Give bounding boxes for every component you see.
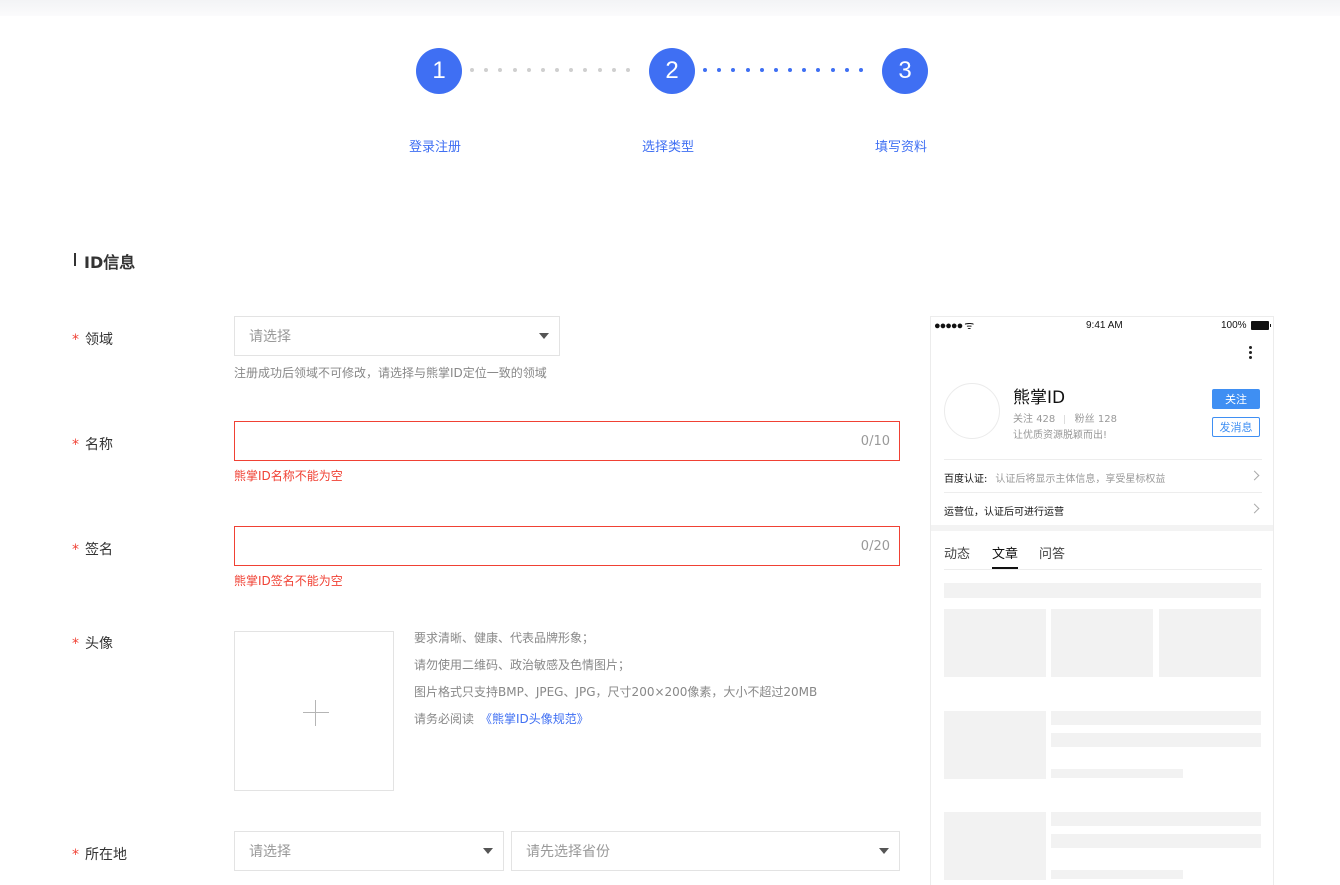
domain-select-placeholder: 请选择 xyxy=(249,329,291,345)
battery-icon xyxy=(1251,321,1271,330)
plus-icon xyxy=(303,712,329,713)
preview-bio: 让优质资源脱颖而出! xyxy=(1013,430,1108,441)
status-battery-text: 100% xyxy=(1221,320,1247,331)
signature-label-text: 签名 xyxy=(85,542,113,558)
skeleton-image xyxy=(1051,609,1153,677)
step-connector-1 xyxy=(470,68,630,73)
step-1-number: 1 xyxy=(432,57,446,84)
name-error: 熊掌ID名称不能为空 xyxy=(234,469,343,483)
more-icon xyxy=(1249,346,1252,361)
follow-count: 428 xyxy=(1036,414,1056,425)
skeleton-line xyxy=(1051,733,1261,747)
caret-down-icon xyxy=(483,848,493,854)
signal-icon: ●●●●● ᯤ xyxy=(934,320,974,332)
divider xyxy=(944,492,1262,493)
step-1-circle: 1 xyxy=(416,48,462,94)
name-label-text: 名称 xyxy=(85,437,113,453)
mobile-preview: ●●●●● ᯤ 9:41 AM 100% 熊掌ID 关注 428 粉丝 128 … xyxy=(930,316,1274,885)
city-select-placeholder: 请先选择省份 xyxy=(526,844,610,860)
avatar-requirement-2: 请勿使用二维码、政治敏感及色情图片； xyxy=(414,658,631,672)
skeleton-line xyxy=(1051,870,1183,879)
required-mark: * xyxy=(72,847,79,863)
skeleton-image xyxy=(944,812,1046,880)
skeleton-line xyxy=(1051,711,1261,725)
top-bar xyxy=(0,0,1340,16)
signature-label: * 签名 xyxy=(72,539,113,559)
skeleton-image xyxy=(944,609,1046,677)
preview-message-button: 发消息 xyxy=(1212,417,1260,437)
step-1-label: 登录注册 xyxy=(409,140,462,155)
preview-tab-qa: 问答 xyxy=(1039,547,1066,562)
avatar-spec-link[interactable]: 《熊掌ID头像规范》 xyxy=(480,712,589,726)
location-label-text: 所在地 xyxy=(85,847,127,863)
preview-avatar xyxy=(944,383,1000,439)
chevron-right-icon xyxy=(1249,470,1260,481)
province-select-placeholder: 请选择 xyxy=(249,844,291,860)
domain-label-text: 领域 xyxy=(85,332,113,348)
domain-hint: 注册成功后领域不可修改，请选择与熊掌ID定位一致的领域 xyxy=(234,366,547,380)
skeleton-line xyxy=(1051,834,1261,848)
avatar-label-text: 头像 xyxy=(85,636,113,652)
step-3-circle: 3 xyxy=(882,48,928,94)
province-select[interactable]: 请选择 xyxy=(234,831,504,871)
avatar-requirement-1: 要求清晰、健康、代表品牌形象； xyxy=(414,631,595,645)
avatar-must-read: 请务必阅读 《熊掌ID头像规范》 xyxy=(414,710,589,727)
name-input[interactable]: 0/10 xyxy=(234,421,900,461)
section-gap xyxy=(931,525,1273,531)
plus-icon-vertical xyxy=(315,700,316,726)
operation-slot-row: 运营位，认证后可进行运营 xyxy=(944,507,1064,518)
baidu-cert-label: 百度认证: xyxy=(944,474,988,485)
status-time: 9:41 AM xyxy=(1086,320,1123,331)
step-3-label: 填写资料 xyxy=(875,140,928,155)
preview-name: 熊掌ID xyxy=(1013,388,1066,408)
skeleton-line xyxy=(1051,812,1261,826)
fans-count: 128 xyxy=(1097,414,1117,425)
required-mark: * xyxy=(72,437,79,453)
signature-input[interactable]: 0/20 xyxy=(234,526,900,566)
preview-stats: 关注 428 粉丝 128 xyxy=(1013,410,1117,425)
signature-error: 熊掌ID签名不能为空 xyxy=(234,574,343,588)
caret-down-icon xyxy=(879,848,889,854)
name-label: * 名称 xyxy=(72,434,113,454)
domain-select[interactable]: 请选择 xyxy=(234,316,560,356)
required-mark: * xyxy=(72,332,79,348)
skeleton-image xyxy=(1159,609,1261,677)
required-mark: * xyxy=(72,636,79,652)
required-mark: * xyxy=(72,542,79,558)
skeleton-line xyxy=(1051,769,1183,778)
baidu-cert-row: 百度认证: 认证后将显示主体信息，享受星标权益 xyxy=(944,470,1165,485)
preview-tab-dynamic: 动态 xyxy=(944,547,971,562)
step-2-label: 选择类型 xyxy=(642,140,695,155)
preview-tab-articles: 文章 xyxy=(992,547,1019,562)
divider xyxy=(944,569,1262,570)
preview-follow-button: 关注 xyxy=(1212,389,1260,409)
skeleton-line xyxy=(944,583,1261,598)
baidu-cert-desc: 认证后将显示主体信息，享受星标权益 xyxy=(995,474,1166,485)
domain-label: * 领域 xyxy=(72,329,113,349)
name-char-counter: 0/10 xyxy=(860,434,890,449)
follow-label: 关注 xyxy=(1013,414,1033,425)
section-title: ID信息 xyxy=(84,253,136,272)
skeleton-image xyxy=(944,711,1046,779)
avatar-label: * 头像 xyxy=(72,633,113,653)
step-2-number: 2 xyxy=(665,57,679,84)
section-marker xyxy=(74,253,76,266)
chevron-right-icon xyxy=(1249,503,1260,514)
step-3-number: 3 xyxy=(898,57,912,84)
location-label: * 所在地 xyxy=(72,844,127,864)
avatar-upload-button[interactable] xyxy=(234,631,394,791)
city-select[interactable]: 请先选择省份 xyxy=(511,831,900,871)
must-read-prefix: 请务必阅读 xyxy=(414,712,475,726)
fans-label: 粉丝 xyxy=(1074,414,1095,425)
signature-char-counter: 0/20 xyxy=(860,539,890,554)
divider xyxy=(944,459,1262,460)
step-2-circle: 2 xyxy=(649,48,695,94)
caret-down-icon xyxy=(539,333,549,339)
avatar-requirement-3: 图片格式只支持BMP、JPEG、JPG，尺寸200×200像素，大小不超过20M… xyxy=(414,685,818,699)
step-connector-2 xyxy=(703,68,863,73)
